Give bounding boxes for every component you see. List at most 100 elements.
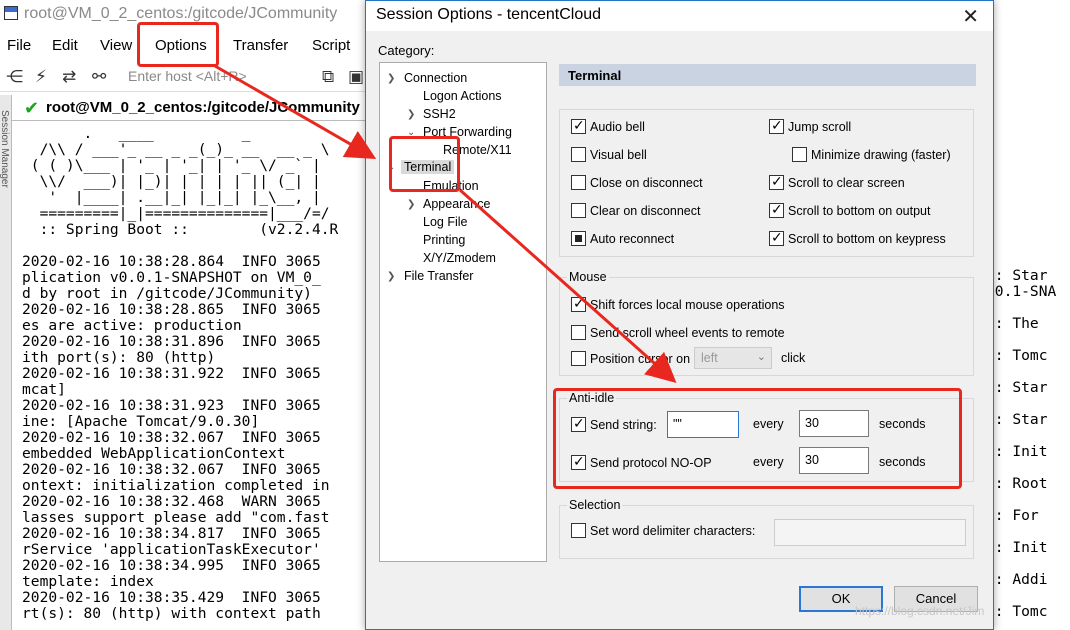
tree-item-printing[interactable]: Printing (423, 233, 465, 247)
checkbox-icon (769, 117, 784, 134)
checkbox-icon (571, 231, 586, 246)
terminal-right-line: : Root (986, 475, 1048, 492)
terminal-line: 2020-02-16 10:38:32.067 INFO 3065 (22, 461, 321, 478)
session-tab-bar: ✔ root@VM_0_2_centos:/gitcode/JCommunity (0, 95, 370, 630)
terminal-line: 2020-02-16 10:38:31.923 INFO 3065 (22, 397, 321, 414)
app-title: root@VM_0_2_centos:/gitcode/JCommunity (24, 5, 338, 22)
terminal-line: ( ( )\___ | '_ | '_| | '_ \/ _` | (22, 157, 321, 174)
disconnect-icon[interactable]: ⚯ (92, 67, 106, 87)
quick-connect-icon[interactable]: ⚡ (35, 67, 47, 87)
panel-header: Terminal (559, 64, 976, 86)
expand-ssh2-icon[interactable]: ❯ (407, 109, 415, 120)
terminal-line: 2020-02-16 10:38:32.067 INFO 3065 (22, 429, 321, 446)
word-delimiter-input[interactable] (774, 519, 966, 546)
position-cursor-select[interactable]: left ⌄ (694, 347, 772, 369)
checkbox-icon (792, 147, 807, 162)
terminal-line: :: Spring Boot :: (v2.2.4.R (22, 221, 339, 238)
position-cursor-value: left (701, 351, 718, 365)
terminal-output[interactable]: . ____ _ /\\ / ___'_ __ _ _(_)_ __ __ _ … (14, 122, 370, 630)
tree-item-ssh2[interactable]: SSH2 (423, 107, 456, 121)
visual-bell-checkbox[interactable]: Visual bell (571, 147, 647, 162)
audio-bell-checkbox[interactable]: Audio bell (571, 117, 645, 134)
terminal-line: \\/ ___)| |_)| | | | | || (_| | (22, 173, 321, 190)
copy-icon[interactable]: ⧉ (322, 67, 334, 87)
shift-forces-checkbox[interactable]: Shift forces local mouse operations (571, 295, 785, 312)
checkbox-icon (571, 325, 586, 340)
menu-edit[interactable]: Edit (52, 37, 78, 54)
scroll-bottom-output-checkbox[interactable]: Scroll to bottom on output (769, 201, 930, 218)
terminal-right-line: .0.1-SNA (986, 283, 1057, 300)
dialog-title-bar: Session Options - tencentCloud ✕ (366, 1, 993, 31)
checkbox-icon (571, 147, 586, 162)
tree-item-file-transfer[interactable]: File Transfer (404, 269, 473, 283)
tree-item-connection[interactable]: Connection (404, 71, 467, 85)
terminal-right-line: : Star (986, 268, 1048, 284)
terminal-line: ine: [Apache Tomcat/9.0.30] (22, 413, 260, 430)
menu-view[interactable]: View (100, 37, 132, 54)
close-on-disconnect-checkbox[interactable]: Close on disconnect (571, 175, 703, 190)
terminal-right-line (986, 460, 1070, 476)
expand-file-transfer-icon[interactable]: ❯ (387, 271, 395, 282)
tree-item-xyzmodem[interactable]: X/Y/Zmodem (423, 251, 496, 265)
expand-connection-icon[interactable]: ❯ (387, 73, 395, 84)
host-input[interactable]: Enter host <Alt+R> (128, 68, 247, 84)
menu-file[interactable]: File (7, 37, 31, 54)
tree-item-log-file[interactable]: Log File (423, 215, 467, 229)
jump-scroll-checkbox[interactable]: Jump scroll (769, 117, 852, 134)
checkbox-icon (769, 173, 784, 190)
terminal-right-line (986, 396, 1070, 412)
terminal-right-line: : The (986, 315, 1039, 332)
menu-transfer[interactable]: Transfer (233, 37, 288, 54)
terminal-right-line (986, 428, 1070, 444)
position-cursor-checkbox[interactable]: Position cursor on (571, 351, 690, 366)
scroll-to-clear-checkbox[interactable]: Scroll to clear screen (769, 173, 905, 190)
session-tab[interactable]: root@VM_0_2_centos:/gitcode/JCommunity (46, 99, 360, 116)
checkbox-icon (571, 523, 586, 538)
expand-appearance-icon[interactable]: ❯ (407, 199, 415, 210)
scroll-bottom-keypress-label: Scroll to bottom on keypress (788, 232, 946, 246)
shift-forces-label: Shift forces local mouse operations (590, 298, 785, 312)
word-delimiter-label: Set word delimiter characters: (590, 524, 756, 538)
watermark: https://blog.csdn.net/Jim (855, 604, 985, 618)
clear-on-disconnect-checkbox[interactable]: Clear on disconnect (571, 203, 700, 218)
click-label: click (781, 351, 806, 365)
terminal-right-line (986, 332, 1070, 348)
position-cursor-label: Position cursor on (590, 352, 691, 366)
auto-reconnect-checkbox[interactable]: Auto reconnect (571, 231, 674, 246)
send-scroll-checkbox[interactable]: Send scroll wheel events to remote (571, 325, 785, 340)
session-manager-label: Session Manager (0, 110, 10, 188)
tree-item-appearance[interactable]: Appearance (423, 197, 490, 211)
terminal-right-line: : Star (986, 379, 1048, 396)
selection-group-title: Selection (567, 498, 623, 512)
terminal-right-line: : Tomc (986, 603, 1048, 620)
close-on-disconnect-label: Close on disconnect (590, 176, 703, 190)
terminal-line: 2020-02-16 10:38:31.896 INFO 3065 (22, 333, 321, 350)
terminal-right-line: : Tomc (986, 347, 1048, 364)
close-icon[interactable]: ✕ (962, 4, 979, 29)
category-label: Category: (378, 43, 435, 58)
minimize-drawing-checkbox[interactable]: Minimize drawing (faster) (792, 147, 951, 162)
annotation-box-anti-idle (553, 388, 962, 489)
jump-scroll-label: Jump scroll (788, 120, 852, 134)
checkbox-icon (769, 201, 784, 218)
send-scroll-label: Send scroll wheel events to remote (590, 326, 785, 340)
terminal-right-line (986, 524, 1070, 540)
checkbox-icon (571, 203, 586, 218)
chevron-down-icon: ⌄ (756, 351, 766, 363)
terminal-line: . ____ _ (22, 125, 251, 142)
checkbox-icon (571, 175, 586, 190)
scroll-bottom-keypress-checkbox[interactable]: Scroll to bottom on keypress (769, 229, 946, 246)
menu-script[interactable]: Script (312, 37, 350, 54)
connect-icon[interactable]: ⋲ (6, 67, 23, 87)
tree-item-logon-actions[interactable]: Logon Actions (423, 89, 502, 103)
paste-icon[interactable]: ▣ (348, 67, 364, 87)
terminal-right-line (986, 588, 1070, 604)
auto-reconnect-label: Auto reconnect (590, 232, 675, 246)
terminal-line: rt(s): 80 (http) with context path (22, 605, 321, 622)
terminal-line: mcat] (22, 381, 66, 398)
terminal-right-line (986, 364, 1070, 380)
terminal-output-right[interactable]: : Star .0.1-SNA : The : Tomc : Star : Sta… (986, 268, 1070, 630)
reconnect-icon[interactable]: ⇄ (62, 67, 76, 87)
word-delimiter-checkbox[interactable]: Set word delimiter characters: (571, 523, 755, 538)
terminal-right-line: : Init (986, 539, 1048, 556)
